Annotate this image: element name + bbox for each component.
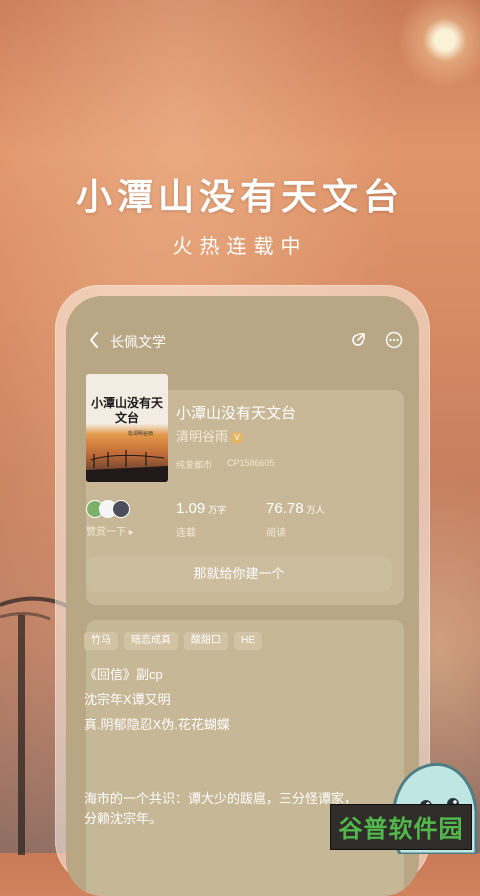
avatar bbox=[112, 500, 130, 518]
watermark-text: 谷普软件园 bbox=[338, 816, 464, 843]
reader-count: 76.78 万人 bbox=[266, 500, 325, 517]
word-count-unit: 万字 bbox=[208, 505, 227, 515]
tag-chip[interactable]: HE bbox=[234, 632, 262, 650]
tag-chip[interactable]: 竹马 bbox=[84, 632, 118, 650]
top-nav-bar: 长佩文学 bbox=[66, 324, 419, 358]
author-name[interactable]: 清明谷雨 V bbox=[176, 426, 244, 445]
share-icon[interactable] bbox=[349, 331, 367, 349]
cp-id-tag: CP1586605 bbox=[227, 458, 275, 468]
more-icon[interactable] bbox=[385, 331, 403, 349]
description-line: 《回信》副cp bbox=[84, 667, 163, 682]
tag-chip[interactable]: 酸甜口 bbox=[184, 632, 228, 650]
cover-author: 松清明谷雨 bbox=[128, 431, 154, 437]
description-line: 分赖沈宗年。 bbox=[84, 811, 163, 826]
nav-title: 长佩文学 bbox=[110, 334, 166, 350]
tag-chip[interactable]: 暗恋成真 bbox=[124, 632, 178, 650]
description-line: 海市的一个共识：谭大少的跋扈，三分怪谭家， bbox=[84, 791, 358, 806]
description-line: 沈宗年X谭又明 bbox=[84, 692, 171, 707]
status-label: 连载 bbox=[176, 528, 196, 539]
genre-tag: 纯爱都市 bbox=[176, 460, 213, 470]
promo-subheadline: 火热连载中 bbox=[172, 236, 308, 258]
description-card bbox=[86, 620, 404, 896]
word-count-value: 1.09 bbox=[176, 500, 206, 517]
promo-headline: 小潭山没有天文台 bbox=[75, 176, 404, 217]
book-title: 小潭山没有天文台 bbox=[176, 405, 297, 422]
chevron-left-icon[interactable] bbox=[88, 330, 100, 350]
support-button[interactable]: 赞赏一下 ▸ bbox=[86, 523, 134, 538]
cover-title: 小潭山没有天文台 bbox=[90, 396, 163, 425]
reader-count-unit: 万人 bbox=[306, 505, 325, 515]
word-count: 1.09 万字 bbox=[176, 500, 226, 517]
author-label: 清明谷雨 bbox=[176, 429, 229, 444]
watermark-logo: 谷普软件园 bbox=[330, 804, 472, 850]
book-cover[interactable]: 小潭山没有天文台 松清明谷雨 bbox=[86, 374, 168, 482]
reader-count-value: 76.78 bbox=[266, 500, 304, 517]
supporter-avatars[interactable] bbox=[86, 500, 132, 518]
reader-label: 阅读 bbox=[266, 528, 286, 539]
tag-list: 竹马 暗恋成真 酸甜口 HE bbox=[84, 632, 268, 652]
description-line: 真.阴郁隐忍X伪.花花蝴蝶 bbox=[84, 717, 230, 732]
bridge-silhouette bbox=[86, 450, 168, 482]
verified-badge-icon: V bbox=[231, 432, 244, 444]
cta-button[interactable]: 那就给你建一个 bbox=[86, 556, 392, 592]
